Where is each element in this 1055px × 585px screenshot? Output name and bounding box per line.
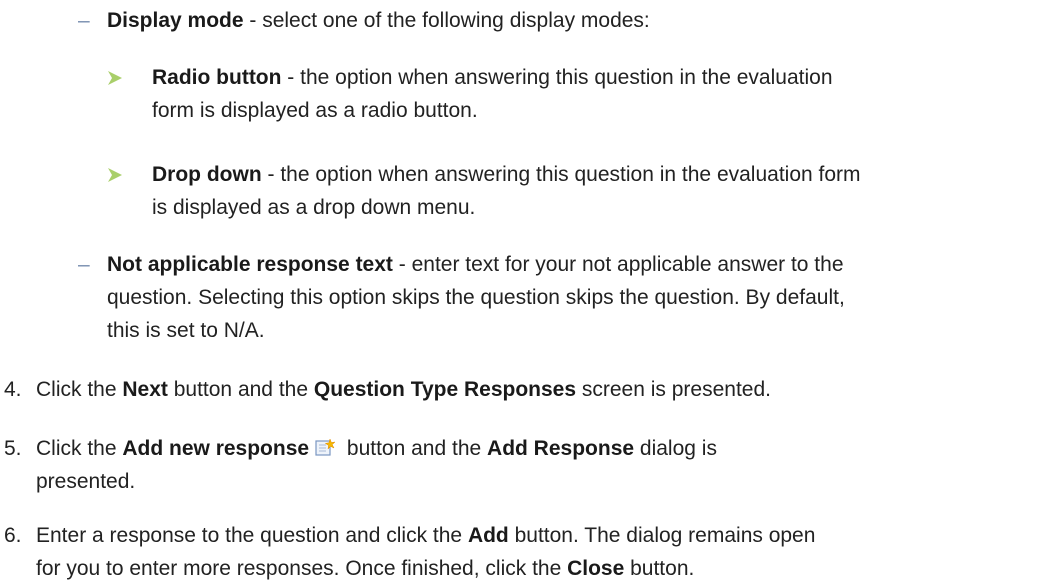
not-applicable-text-2: question. Selecting this option skips th… xyxy=(107,286,845,309)
not-applicable-text-3: this is set to N/A. xyxy=(107,319,265,342)
display-mode-text: - select one of the following display mo… xyxy=(243,9,650,32)
drop-down-text-2: is displayed as a drop down menu. xyxy=(152,196,476,219)
step-4-text: button and the xyxy=(167,378,314,401)
step-6-text-2: for you to enter more responses. Once fi… xyxy=(36,557,568,580)
not-applicable-item: Not applicable response text - enter tex… xyxy=(107,248,845,347)
step-5-text: button and the xyxy=(341,437,488,460)
radio-button-text-1: - the option when answering this questio… xyxy=(281,66,833,89)
step-6: Enter a response to the question and cli… xyxy=(36,519,815,585)
not-applicable-title: Not applicable response text xyxy=(107,253,393,276)
step-6-text-2: button. xyxy=(624,557,695,580)
step-number: 6. xyxy=(4,524,22,547)
step-5-text: Click the xyxy=(36,437,123,460)
step-6-text: button. The dialog remains open xyxy=(508,524,816,547)
step-5-text: dialog is xyxy=(634,437,717,460)
step-6-text: Enter a response to the question and cli… xyxy=(36,524,468,547)
step-4-text: screen is presented. xyxy=(576,378,771,401)
radio-button-text-2: form is displayed as a radio button. xyxy=(152,99,478,122)
document-page: { "display_mode": { "title": "Display mo… xyxy=(0,0,1055,584)
arrow-bullet-icon xyxy=(108,168,122,182)
add-new-response-icon xyxy=(315,439,336,456)
step-number: 5. xyxy=(4,437,22,460)
dash-bullet: – xyxy=(78,9,90,32)
step-number: 4. xyxy=(4,378,22,401)
not-applicable-text-1: - enter text for your not applicable ans… xyxy=(392,253,844,276)
dash-bullet: – xyxy=(78,253,90,276)
close-button-label: Close xyxy=(567,557,625,580)
step-4-text: Click the xyxy=(36,378,123,401)
question-type-responses-label: Question Type Responses xyxy=(313,378,577,401)
drop-down-item: Drop down - the option when answering th… xyxy=(152,158,861,224)
arrow-bullet-icon xyxy=(108,71,122,85)
step-5: Click the Add new response button and th… xyxy=(36,432,717,498)
step-4: Click the Next button and the Question T… xyxy=(36,373,771,406)
add-response-label: Add Response xyxy=(487,437,635,460)
radio-button-item: Radio button - the option when answering… xyxy=(152,61,833,127)
step-5-text-2: presented. xyxy=(36,470,136,493)
display-mode-item: Display mode - select one of the followi… xyxy=(107,4,650,37)
next-button-label: Next xyxy=(122,378,168,401)
add-button-label: Add xyxy=(467,524,509,547)
radio-button-title: Radio button xyxy=(152,66,282,89)
drop-down-title: Drop down xyxy=(152,163,262,186)
add-new-response-label: Add new response xyxy=(122,437,310,460)
drop-down-text-1: - the option when answering this questio… xyxy=(261,163,861,186)
display-mode-title: Display mode xyxy=(107,9,244,32)
